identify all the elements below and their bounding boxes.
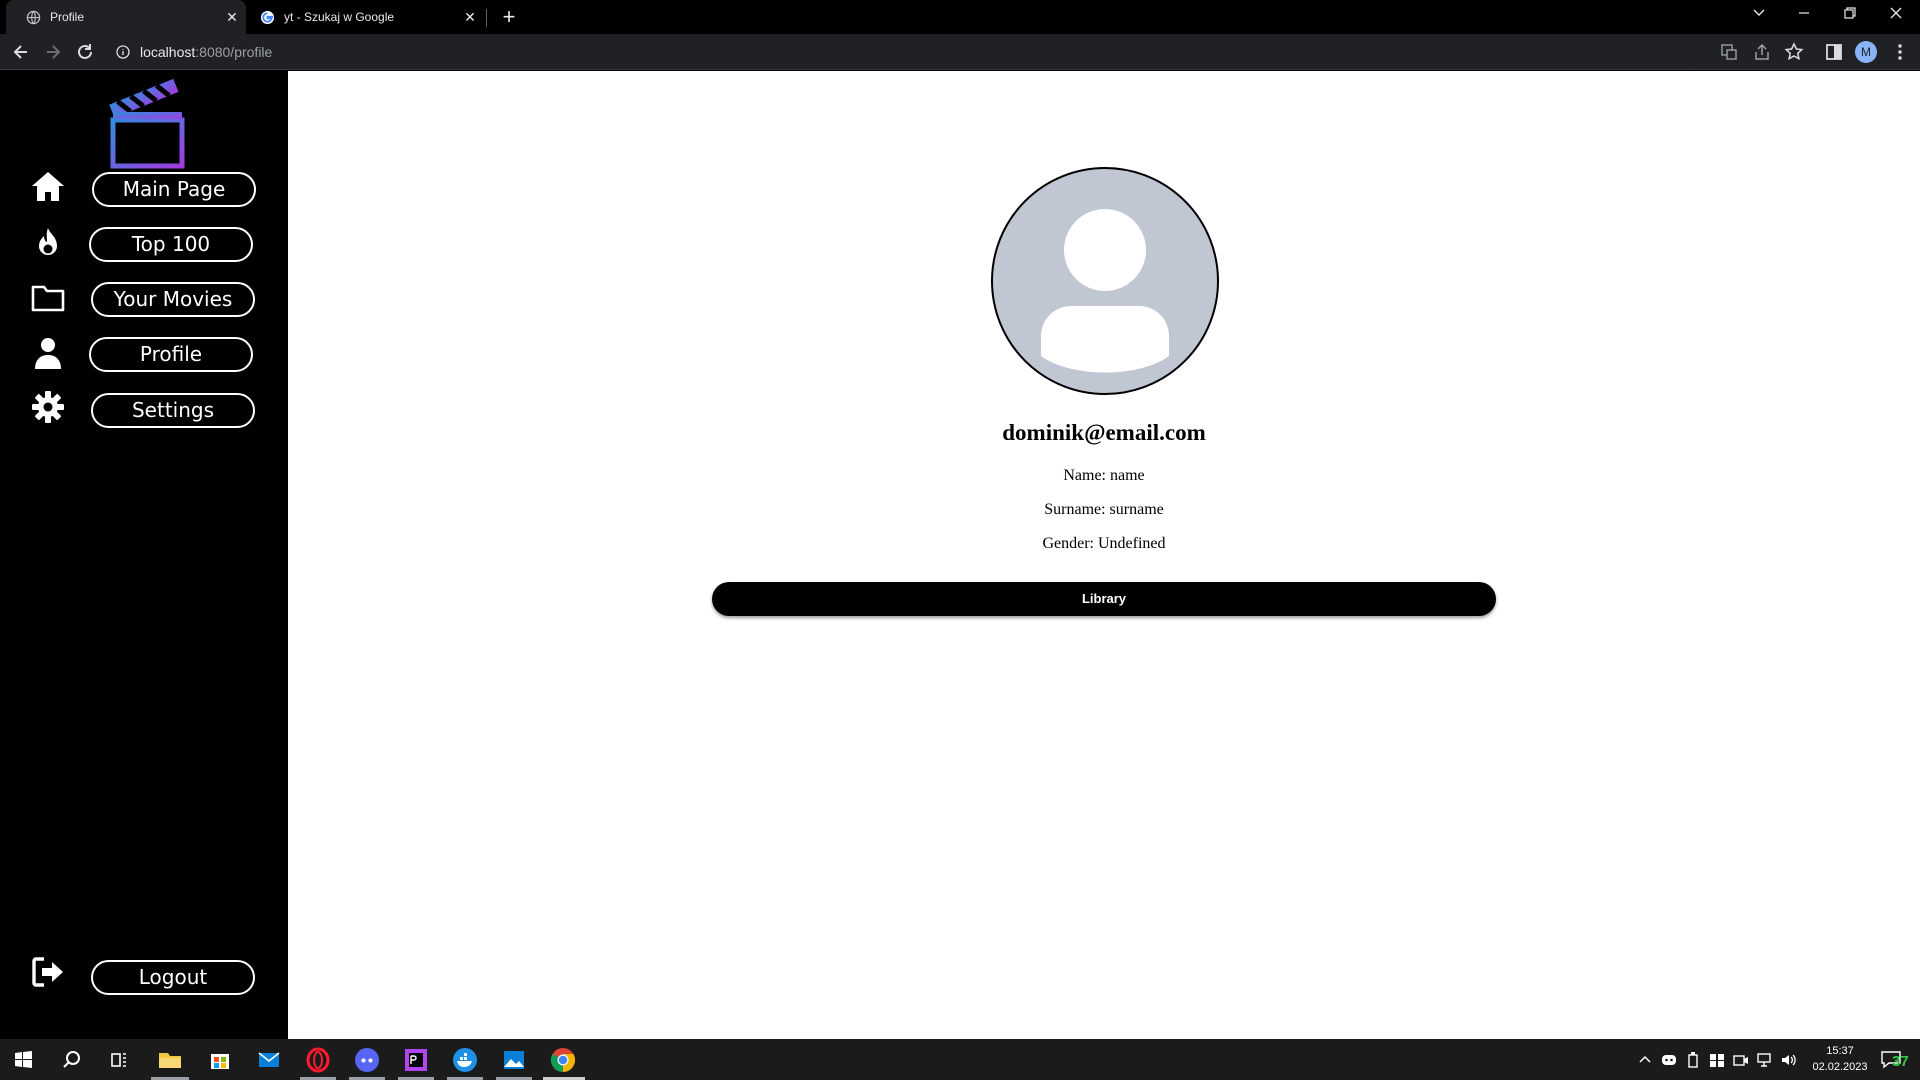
folder-icon[interactable] (30, 280, 66, 316)
clock-date: 02.02.2023 (1812, 1061, 1868, 1073)
logout-button[interactable]: Logout (91, 960, 255, 995)
tab-title: Profile (50, 10, 85, 24)
fire-icon[interactable] (30, 225, 66, 261)
tab-separator (486, 9, 487, 27)
close-window-icon[interactable] (1883, 6, 1909, 28)
new-tab-button[interactable]: + (498, 6, 520, 28)
gear-icon[interactable] (30, 389, 66, 425)
nav-settings-button[interactable]: Settings (91, 393, 255, 428)
url-text: localhost:8080/profile (140, 44, 272, 60)
tab-search-icon[interactable] (1746, 6, 1772, 28)
windows-start-icon[interactable] (8, 1045, 38, 1075)
chrome-icon[interactable] (548, 1045, 578, 1075)
reload-icon[interactable] (74, 41, 96, 63)
forward-icon[interactable] (42, 41, 64, 63)
tray-discord-icon[interactable] (1660, 1051, 1678, 1069)
clapperboard-logo-icon (109, 78, 185, 169)
home-icon[interactable] (30, 169, 66, 205)
taskbar-clock[interactable]: 15:37 02.02.2023 (1800, 1043, 1880, 1075)
logout-icon[interactable] (30, 954, 66, 990)
bookmark-star-icon[interactable] (1783, 41, 1805, 63)
tray-chevron-up-icon[interactable] (1636, 1051, 1654, 1069)
notification-center-icon[interactable]: 37 (1880, 1049, 1914, 1071)
translate-icon[interactable] (1718, 41, 1740, 63)
address-bar[interactable]: localhost:8080/profile (108, 39, 1704, 65)
file-explorer-icon[interactable] (155, 1045, 185, 1075)
nav-main-page-button[interactable]: Main Page (92, 172, 256, 207)
side-panel-icon[interactable] (1823, 41, 1845, 63)
browser-tab-strip: Profile ✕ yt - Szukaj w Google ✕ + (0, 0, 1920, 34)
minimize-icon[interactable] (1791, 6, 1817, 28)
tray-security-icon[interactable] (1708, 1051, 1726, 1069)
taskbar: 15:37 02.02.2023 37 (0, 1039, 1920, 1080)
clock-time: 15:37 (1826, 1045, 1854, 1057)
tray-meet-icon[interactable] (1732, 1051, 1750, 1069)
mail-icon[interactable] (254, 1045, 284, 1075)
photos-icon[interactable] (499, 1045, 529, 1075)
discord-icon[interactable] (352, 1045, 382, 1075)
url-host: localhost (140, 44, 196, 60)
tab-google-search[interactable]: yt - Szukaj w Google ✕ (246, 0, 486, 34)
tab-title: yt - Szukaj w Google (284, 10, 395, 24)
tray-volume-icon[interactable] (1780, 1051, 1798, 1069)
menu-kebab-icon[interactable] (1889, 41, 1911, 63)
back-icon[interactable] (10, 41, 32, 63)
profile-avatar-icon[interactable]: M (1855, 41, 1877, 63)
phpstorm-icon[interactable] (401, 1045, 431, 1075)
search-icon[interactable] (57, 1045, 87, 1075)
profile-email: dominik@email.com (1002, 420, 1206, 445)
profile-surname: Surname: surname (1044, 501, 1164, 518)
tray-usb-icon[interactable] (1684, 1051, 1702, 1069)
nav-your-movies-button[interactable]: Your Movies (91, 282, 255, 317)
microsoft-store-icon[interactable] (205, 1045, 235, 1075)
library-button[interactable]: Library (712, 582, 1496, 616)
user-icon[interactable] (30, 335, 66, 371)
close-tab-icon[interactable]: ✕ (224, 9, 240, 25)
notification-count: 37 (1892, 1053, 1909, 1070)
tray-network-icon[interactable] (1756, 1051, 1774, 1069)
app-viewport: Main Page Top 100 Your Movies Profile Se… (0, 71, 1920, 1039)
share-icon[interactable] (1751, 41, 1773, 63)
sidebar: Main Page Top 100 Your Movies Profile Se… (0, 71, 288, 1039)
nav-top-100-button[interactable]: Top 100 (89, 227, 253, 262)
task-view-icon[interactable] (104, 1045, 134, 1075)
opera-icon[interactable] (303, 1045, 333, 1075)
docker-icon[interactable] (450, 1045, 480, 1075)
profile-name: Name: name (1063, 467, 1145, 484)
nav-profile-button[interactable]: Profile (89, 337, 253, 372)
browser-toolbar: localhost:8080/profile M (0, 34, 1920, 70)
avatar-placeholder-icon (991, 167, 1219, 395)
info-icon[interactable] (116, 45, 130, 59)
profile-gender: Gender: Undefined (1042, 535, 1166, 552)
google-icon (260, 10, 275, 25)
profile-page: dominik@email.com Name: name Surname: su… (288, 71, 1920, 1039)
url-path: :8080/profile (195, 44, 273, 60)
globe-icon (26, 10, 41, 25)
restore-icon[interactable] (1837, 6, 1863, 28)
close-tab-icon[interactable]: ✕ (462, 9, 478, 25)
tab-profile[interactable]: Profile ✕ (6, 0, 246, 34)
